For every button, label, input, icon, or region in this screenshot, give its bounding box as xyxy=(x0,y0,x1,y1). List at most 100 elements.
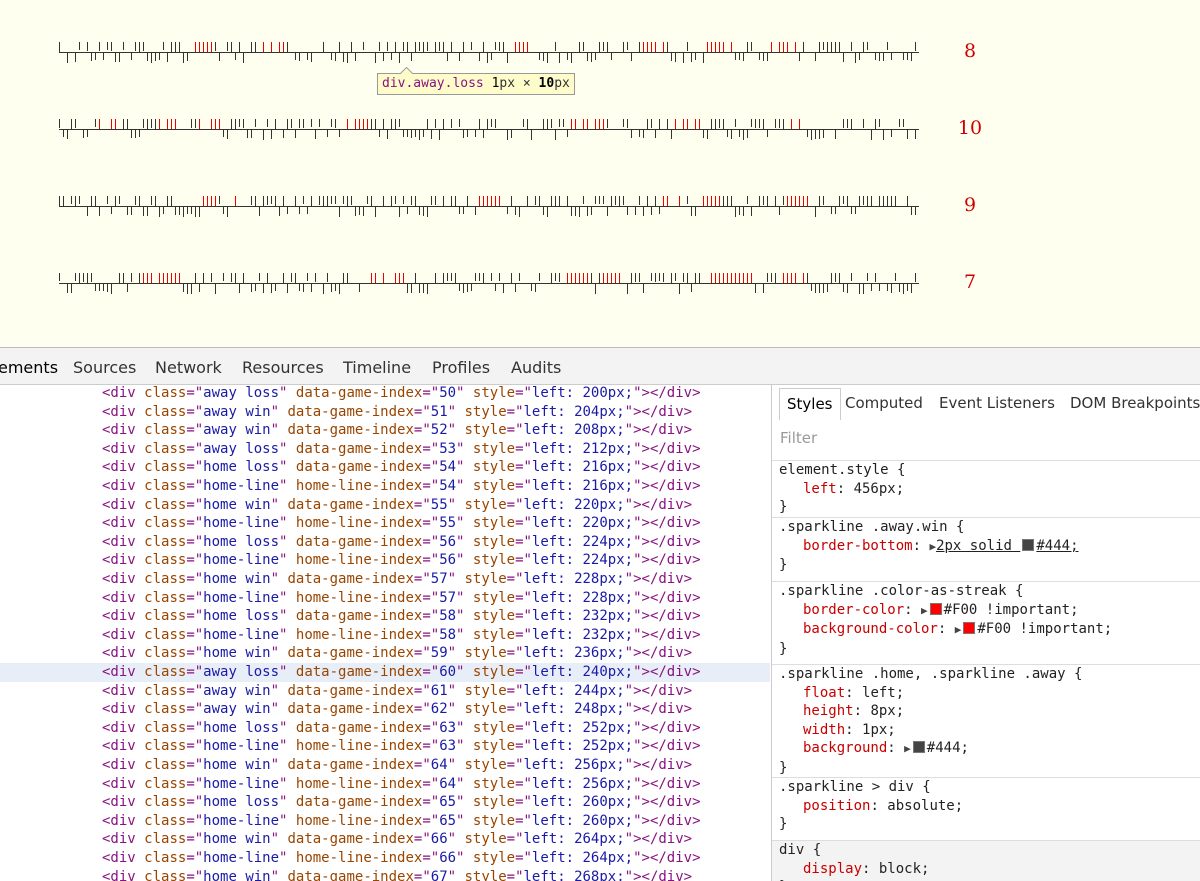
rule-selector[interactable]: div { xyxy=(779,841,1200,860)
color-swatch[interactable] xyxy=(912,741,925,754)
sparkline-tick xyxy=(583,273,584,283)
element-row[interactable]: <div class="home-line" home-line-index="… xyxy=(0,812,770,831)
style-declaration[interactable]: background: ▶ #444; xyxy=(779,739,1200,759)
element-row[interactable]: <div class="home win" data-game-index="5… xyxy=(0,496,770,515)
expand-triangle-icon[interactable]: ▶ xyxy=(955,623,962,636)
rule-selector[interactable]: element.style { xyxy=(779,461,1200,480)
element-row[interactable]: <div class="away win" data-game-index="6… xyxy=(0,700,770,719)
element-row[interactable]: <div class="home-line" home-line-index="… xyxy=(0,477,770,496)
element-row[interactable]: <div class="away win" data-game-index="5… xyxy=(0,421,770,440)
tab-dom-breakpoints[interactable]: DOM Breakpoints xyxy=(1063,388,1200,420)
tab-resources[interactable]: Resources xyxy=(242,358,324,377)
style-declaration[interactable]: left: 456px; xyxy=(779,480,1200,499)
sparkline-tick xyxy=(811,129,812,140)
element-index: 55 xyxy=(430,496,448,513)
styles-filter-input[interactable]: Filter xyxy=(780,429,817,447)
tab-timeline[interactable]: Timeline xyxy=(343,358,411,377)
element-row[interactable]: <div class="home win" data-game-index="5… xyxy=(0,570,770,589)
tab-audits[interactable]: Audits xyxy=(511,358,561,377)
sparkline-tick xyxy=(383,52,384,61)
element-row[interactable]: <div class="home loss" data-game-index="… xyxy=(0,533,770,552)
style-declaration[interactable]: height: 8px; xyxy=(779,702,1200,721)
sparkline-tick xyxy=(403,42,404,51)
style-declaration[interactable]: border-bottom: ▶2px solid #444; xyxy=(779,537,1200,557)
element-row[interactable]: <div class="home-line" home-line-index="… xyxy=(0,514,770,533)
element-class: away loss xyxy=(203,664,280,680)
element-row[interactable]: <div class="home loss" data-game-index="… xyxy=(0,719,770,738)
element-class: home-line xyxy=(203,738,280,755)
element-row[interactable]: <div class="away win" data-game-index="6… xyxy=(0,682,770,701)
color-swatch[interactable] xyxy=(1022,538,1035,551)
color-swatch[interactable] xyxy=(929,602,942,615)
element-index-attr: home-line-index xyxy=(295,478,423,494)
tab-computed[interactable]: Computed xyxy=(838,388,930,420)
element-row[interactable]: <div class="away loss" data-game-index="… xyxy=(0,663,770,682)
element-row[interactable]: <div class="home loss" data-game-index="… xyxy=(0,607,770,626)
sparkline-tick xyxy=(795,42,796,52)
rule-selector[interactable]: .sparkline > div { xyxy=(779,778,1200,797)
element-row[interactable]: <div class="home-line" home-line-index="… xyxy=(0,626,770,645)
sparkline-tick xyxy=(487,119,488,129)
color-swatch[interactable] xyxy=(963,622,976,635)
sparkline-tick xyxy=(499,196,500,206)
sparkline-tick xyxy=(907,52,908,60)
tab-network[interactable]: Network xyxy=(155,358,222,377)
rule-selector[interactable]: .sparkline .away.win { xyxy=(779,518,1200,537)
tab-elements[interactable]: ements xyxy=(0,358,58,377)
style-declaration[interactable]: position: absolute; xyxy=(779,797,1200,816)
property-name: width xyxy=(803,721,846,738)
sparkline-tick xyxy=(843,119,844,128)
sparkline-tick xyxy=(707,129,708,139)
tab-profiles[interactable]: Profiles xyxy=(432,358,490,377)
rule-selector[interactable]: .sparkline .color-as-streak { xyxy=(779,582,1200,601)
sparkline-tick xyxy=(723,196,724,206)
style-declaration[interactable]: float: left; xyxy=(779,684,1200,703)
element-index-attr: data-game-index xyxy=(287,682,414,699)
sparkline-tick xyxy=(295,196,296,206)
style-declaration[interactable]: background-color: ▶ #F00 !important; xyxy=(779,620,1200,640)
element-row[interactable]: <div class="home win" data-game-index="6… xyxy=(0,830,770,849)
sparkline-tick xyxy=(179,42,180,52)
sparkline-tick xyxy=(767,129,768,137)
expand-triangle-icon[interactable]: ▶ xyxy=(921,604,928,617)
element-class: home-line xyxy=(203,589,280,606)
tab-sources[interactable]: Sources xyxy=(73,358,136,377)
element-row[interactable]: <div class="home loss" data-game-index="… xyxy=(0,793,770,812)
element-row[interactable]: <div class="home win" data-game-index="5… xyxy=(0,644,770,663)
element-node: <div class="away loss" data-game-index="… xyxy=(102,664,701,680)
rule-selector[interactable]: .sparkline .home, .sparkline .away { xyxy=(779,665,1200,684)
tab-event-listeners[interactable]: Event Listeners xyxy=(932,388,1062,420)
element-row[interactable]: <div class="home-line" home-line-index="… xyxy=(0,551,770,570)
style-declaration[interactable]: border-color: ▶ #F00 !important; xyxy=(779,601,1200,621)
sparkline-tick xyxy=(487,196,488,206)
expand-triangle-icon[interactable]: ▶ xyxy=(904,742,911,755)
element-row[interactable]: <div class="home-line" home-line-index="… xyxy=(0,775,770,794)
element-index: 63 xyxy=(439,738,457,755)
element-index: 58 xyxy=(439,626,457,643)
element-row[interactable]: <div class="away loss" data-game-index="… xyxy=(0,440,770,459)
sparkline-tick xyxy=(695,119,696,129)
style-declaration[interactable]: width: 1px; xyxy=(779,721,1200,740)
element-row[interactable]: <div class="home win" data-game-index="6… xyxy=(0,868,770,881)
elements-tree[interactable]: <div class="away loss" data-game-index="… xyxy=(0,385,770,881)
element-row[interactable]: <div class="home loss" data-game-index="… xyxy=(0,458,770,477)
tab-styles[interactable]: Styles xyxy=(779,388,841,420)
element-row[interactable]: <div class="home-line" home-line-index="… xyxy=(0,589,770,608)
sparkline-tick xyxy=(191,283,192,294)
sparkline-tick xyxy=(791,273,792,283)
element-row[interactable]: <div class="away loss" data-game-index="… xyxy=(0,385,770,403)
sparkline-tick xyxy=(499,42,500,51)
sparkline-tick xyxy=(271,42,272,52)
sparkline-tick xyxy=(383,119,384,130)
sparkline-tick xyxy=(327,196,328,207)
element-row[interactable]: <div class="home win" data-game-index="6… xyxy=(0,756,770,775)
element-row[interactable]: <div class="home-line" home-line-index="… xyxy=(0,849,770,868)
sparkline-tick xyxy=(539,196,540,206)
sparkline-tick xyxy=(95,52,96,60)
sparkline-tick xyxy=(551,273,552,283)
sparkline-tick xyxy=(819,283,820,293)
sparkline-tick xyxy=(695,206,696,216)
element-row[interactable]: <div class="away win" data-game-index="5… xyxy=(0,403,770,422)
element-row[interactable]: <div class="home-line" home-line-index="… xyxy=(0,737,770,756)
style-declaration[interactable]: display: block; xyxy=(779,860,1200,879)
